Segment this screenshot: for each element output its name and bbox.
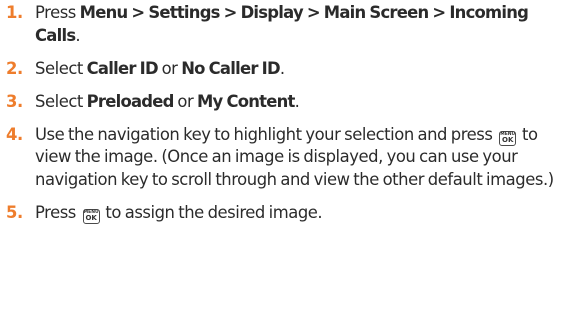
- option-label: My Content: [197, 91, 295, 111]
- key-icon-bottom-label: OK: [85, 213, 97, 222]
- option-label: Caller ID: [86, 58, 159, 78]
- step-text-segment: .: [279, 58, 285, 78]
- option-label: Preloaded: [86, 91, 175, 111]
- step-text-segment: Use the navigation key to highlight your…: [35, 124, 497, 144]
- step-text: Press Menu > Settings > Display > Main S…: [35, 3, 529, 45]
- step-text-segment: .: [75, 25, 81, 45]
- step-text: Use the navigation key to highlight your…: [35, 125, 554, 189]
- menu-ok-key-icon: MENU OK: [82, 209, 100, 224]
- step-text-segment: .: [294, 91, 300, 111]
- step-item: 2. Select Caller ID or No Caller ID.: [6, 58, 568, 81]
- step-text: Select Caller ID or No Caller ID.: [35, 59, 285, 78]
- step-number: 2.: [6, 58, 23, 78]
- step-text-segment: Press: [35, 3, 80, 22]
- key-icon-bottom-label: OK: [502, 135, 514, 144]
- step-number: 1.: [6, 3, 23, 22]
- step-text-segment: Select: [35, 91, 87, 111]
- step-number: 5.: [6, 202, 23, 222]
- step-item: 3. Select Preloaded or My Content.: [6, 91, 568, 114]
- menu-path: Menu > Settings > Display > Main Screen …: [35, 3, 529, 45]
- step-text: Press MENU OK to assign the desired image…: [35, 202, 323, 224]
- step-text-segment: Press: [35, 202, 80, 222]
- step-item: 5. Press MENU OK to assign the desired im…: [6, 202, 568, 224]
- step-text-segment: to assign the desired image.: [101, 202, 323, 222]
- step-text-segment: Select: [35, 58, 87, 78]
- step-text-segment: or: [173, 91, 197, 111]
- option-label: No Caller ID: [181, 58, 280, 78]
- step-item: 4. Use the navigation key to highlight y…: [6, 124, 568, 192]
- menu-ok-key-icon: MENU OK: [499, 131, 517, 146]
- step-number: 3.: [6, 91, 23, 111]
- steps-list: 1. Press Menu > Settings > Display > Mai…: [6, 2, 568, 224]
- instructions-page: 1. Press Menu > Settings > Display > Mai…: [0, 0, 572, 312]
- step-text: Select Preloaded or My Content.: [35, 91, 300, 111]
- step-item: 1. Press Menu > Settings > Display > Mai…: [6, 2, 568, 47]
- step-text-segment: or: [157, 58, 182, 78]
- step-number: 4.: [6, 124, 23, 144]
